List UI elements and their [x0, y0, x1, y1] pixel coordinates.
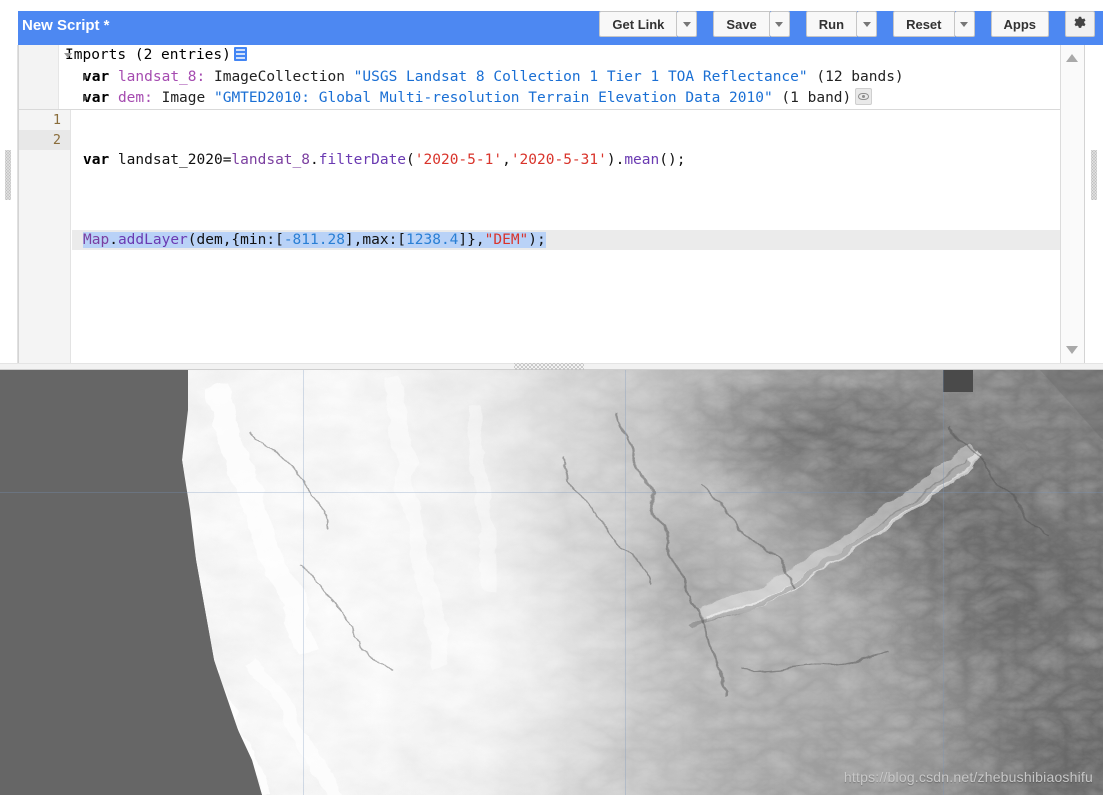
map-gridline-vertical: [303, 370, 304, 795]
watermark-text: https://blog.csdn.net/zhebushibiaoshifu: [843, 769, 1093, 785]
token-object: Map: [83, 232, 110, 248]
code-lines[interactable]: var landsat_2020=landsat_8.filterDate('2…: [72, 110, 1062, 290]
token-object: landsat_8: [231, 152, 310, 168]
imports-section: Imports (2 entries) var landsat_8: Image…: [19, 45, 1062, 110]
map-gridline-vertical: [625, 370, 626, 795]
import-type: Image: [161, 90, 206, 106]
triangle-down-icon[interactable]: [1066, 346, 1078, 354]
code-area[interactable]: 1 2 var landsat_2020=landsat_8.filterDat…: [19, 110, 1062, 363]
import-entry-landsat-8[interactable]: var landsat_8: ImageCollection "USGS Lan…: [19, 67, 1062, 88]
line-number-gutter: 1 2: [19, 110, 71, 363]
token-function: mean: [624, 152, 660, 168]
import-bands: (12 bands): [816, 69, 904, 85]
token-string: '2020-5-1': [414, 152, 503, 168]
apps-button[interactable]: Apps: [990, 11, 1049, 37]
right-panel-splitter[interactable]: [1085, 45, 1103, 363]
line-number: 1: [52, 112, 61, 128]
token-keyword: var: [83, 152, 110, 168]
imports-header-row[interactable]: Imports (2 entries): [19, 45, 1062, 67]
get-link-group: Get Link: [599, 11, 698, 37]
code-line-2[interactable]: Map.addLayer(dem,{min:[-811.28],max:[123…: [72, 230, 1062, 250]
get-link-button[interactable]: Get Link: [599, 11, 678, 37]
triangle-up-icon[interactable]: [1066, 54, 1078, 62]
token-dot: .: [109, 232, 118, 248]
token-dot: .: [310, 152, 319, 168]
token-args-open: (dem,{min:[: [187, 232, 284, 248]
token-number-max: 1238.4: [406, 232, 459, 248]
import-description: "USGS Landsat 8 Collection 1 Tier 1 TOA …: [353, 69, 808, 85]
right-splitter-grip[interactable]: [1091, 150, 1097, 200]
token-identifier: landsat_2020=: [109, 152, 232, 168]
token-function: filterDate: [318, 152, 407, 168]
token-tail: );: [528, 232, 546, 248]
gear-icon: [1074, 16, 1086, 28]
save-dropdown-button[interactable]: [769, 11, 790, 37]
editor-vertical-scrollbar[interactable]: [1060, 45, 1084, 363]
settings-button[interactable]: [1065, 11, 1095, 37]
triangle-right-icon[interactable]: [83, 73, 88, 81]
import-bands: (1 band): [781, 90, 852, 106]
token-string: "DEM": [484, 232, 529, 248]
reset-group: Reset: [893, 11, 975, 37]
dem-raster-layer: [0, 370, 1103, 795]
chevron-down-icon: [862, 21, 871, 27]
triangle-right-icon[interactable]: [83, 94, 88, 102]
token-args-close: ]},: [458, 232, 485, 248]
token-number-min: -811.28: [283, 232, 345, 248]
token-string: '2020-5-31': [510, 152, 607, 168]
import-entry-dem[interactable]: var dem: Image "GMTED2010: Global Multi-…: [19, 88, 1062, 109]
title-bar: New Script * Get Link Save Run Reset App…: [0, 0, 1103, 45]
line-number: 2: [19, 130, 70, 150]
import-type: ImageCollection: [213, 69, 345, 85]
token-comma: ,: [502, 152, 511, 168]
token-paren: (: [406, 152, 415, 168]
chevron-down-icon: [960, 21, 968, 27]
code-editor-panel: Imports (2 entries) var landsat_8: Image…: [18, 45, 1085, 363]
run-dropdown-button[interactable]: [857, 11, 878, 37]
token-args-mid: ],max:[: [344, 232, 407, 248]
import-description: "GMTED2010: Global Multi-resolution Terr…: [213, 90, 773, 106]
map-gridline-vertical: [943, 370, 944, 795]
run-group: Run: [805, 11, 878, 37]
chevron-down-icon: [775, 21, 784, 27]
token-tail: ();: [659, 152, 686, 168]
imports-header-label: Imports (2 entries): [65, 47, 231, 63]
editor-map-splitter[interactable]: [0, 363, 1103, 372]
run-button[interactable]: Run: [805, 11, 858, 37]
map-gridline-horizontal: [0, 492, 1103, 493]
triangle-down-icon[interactable]: [64, 53, 72, 58]
document-list-icon[interactable]: [233, 47, 247, 61]
apps-group: Apps: [990, 11, 1049, 37]
save-group: Save: [713, 11, 790, 37]
chevron-down-icon: [682, 21, 691, 27]
reset-dropdown-button[interactable]: [954, 11, 975, 37]
import-name: landsat_8:: [117, 69, 206, 85]
map-canvas[interactable]: https://blog.csdn.net/zhebushibiaoshifu: [0, 370, 1103, 795]
import-name: dem:: [117, 90, 153, 106]
save-button[interactable]: Save: [713, 11, 770, 37]
left-panel-splitter[interactable]: [0, 45, 18, 363]
code-line-1[interactable]: var landsat_2020=landsat_8.filterDate('2…: [72, 150, 1062, 170]
reset-button[interactable]: Reset: [893, 11, 955, 37]
page-title: New Script *: [22, 17, 110, 34]
token-function: addLayer: [117, 232, 188, 248]
token-paren: ): [606, 152, 616, 168]
eye-icon[interactable]: [855, 88, 873, 105]
toolbar: Get Link Save Run Reset Apps: [599, 11, 1095, 37]
left-splitter-grip[interactable]: [5, 150, 11, 200]
get-link-dropdown-button[interactable]: [677, 11, 698, 37]
